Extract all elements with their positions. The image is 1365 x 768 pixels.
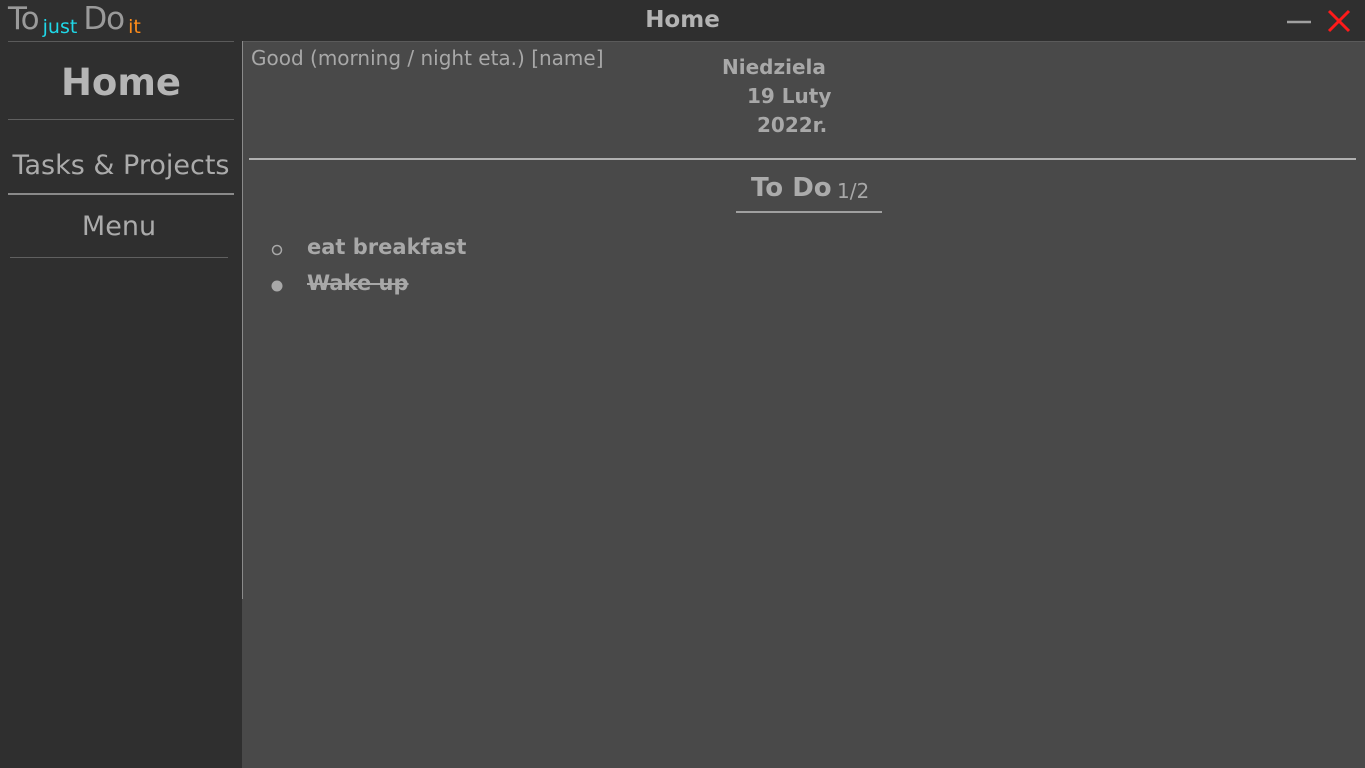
window-title: Home: [645, 7, 720, 33]
todo-item-text: Wake up: [307, 271, 409, 295]
date-weekday: Niedziela: [722, 55, 826, 79]
sidebar-item-tasks-projects[interactable]: Tasks & Projects: [8, 137, 234, 195]
app-window: To just Do it Home Home Tasks & Projects Me…: [0, 0, 1365, 768]
checked-circle-icon[interactable]: [270, 279, 284, 293]
content-top-border: [242, 41, 1365, 42]
todo-header: To Do 1/2: [736, 171, 882, 213]
date-day-month: 19 Luty: [747, 84, 832, 108]
date-display: Niedziela 19 Luty 2022r.: [722, 53, 852, 140]
minimize-icon: [1287, 20, 1311, 24]
section-divider: [249, 158, 1356, 160]
sidebar-item-home[interactable]: Home: [8, 41, 234, 120]
todo-count: 1/2: [837, 179, 870, 203]
sidebar: Home Tasks & Projects Menu: [0, 41, 242, 768]
sidebar-item-menu[interactable]: Menu: [10, 197, 228, 258]
minimize-button[interactable]: [1284, 6, 1314, 36]
date-year: 2022r.: [757, 113, 828, 137]
unchecked-circle-icon[interactable]: [270, 243, 284, 257]
content-left-border: [242, 41, 243, 599]
greeting-text: Good (morning / night eta.) [name]: [251, 46, 604, 70]
close-icon: [1327, 9, 1351, 33]
close-button[interactable]: [1324, 6, 1354, 36]
todo-item-text: eat breakfast: [307, 235, 467, 259]
todo-title: To Do: [751, 173, 832, 203]
title-bar: To just Do it Home: [0, 0, 1365, 41]
main-content: Good (morning / night eta.) [name] Niedz…: [242, 41, 1365, 768]
